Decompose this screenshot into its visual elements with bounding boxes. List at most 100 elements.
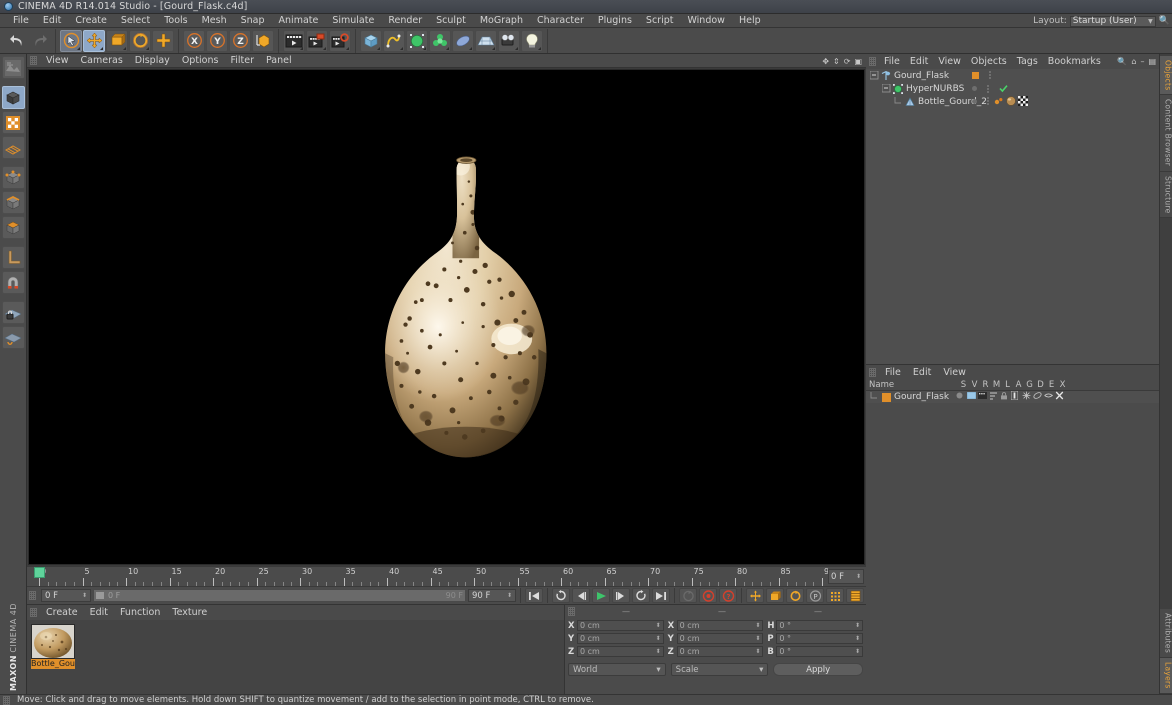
coordinate-system-dropdown[interactable]: World ▾	[568, 663, 666, 676]
menu-mograph[interactable]: MoGraph	[473, 14, 530, 28]
position-z-input[interactable]: 0 cm⬍	[577, 646, 664, 657]
material-menu-texture[interactable]: Texture	[166, 605, 213, 620]
add-icon[interactable]	[152, 30, 174, 52]
point-level-key-toggle[interactable]	[826, 588, 844, 603]
world-object-coord-icon[interactable]	[252, 30, 274, 52]
axis-l-icon[interactable]	[2, 246, 25, 269]
step-forward-button[interactable]	[612, 588, 630, 603]
layer-lock-toggle[interactable]	[1000, 392, 1011, 403]
lock-workplane-icon[interactable]	[2, 301, 25, 324]
panel-grip-icon[interactable]	[3, 696, 10, 705]
current-frame-field[interactable]: 0 F ⬍	[41, 589, 91, 602]
previous-key-button[interactable]	[552, 588, 570, 603]
make-editable-icon[interactable]	[2, 86, 25, 109]
object-flags[interactable]	[972, 97, 990, 105]
menu-create[interactable]: Create	[68, 14, 114, 28]
time-slider[interactable]: 0 F 90 F	[93, 589, 466, 602]
rotation-key-toggle[interactable]	[786, 588, 804, 603]
scale-icon[interactable]	[106, 30, 128, 52]
enable-axis-icon[interactable]	[2, 136, 25, 159]
panel-grip-icon[interactable]	[30, 56, 37, 65]
apply-button[interactable]: Apply	[773, 663, 863, 676]
object-menu-objects[interactable]: Objects	[966, 54, 1012, 69]
autokeying-cycle-button[interactable]	[679, 588, 697, 603]
size-y-field[interactable]: Y 0 cm⬍	[668, 633, 764, 644]
layer-row[interactable]: Gourd_Flask	[866, 391, 1159, 403]
layer-xref-toggle[interactable]	[1055, 391, 1066, 403]
size-x-field[interactable]: X 0 cm⬍	[668, 620, 764, 631]
object-row-gourd-flask[interactable]: Gourd_Flask	[866, 69, 1159, 82]
zoom-icon[interactable]: ⇕	[833, 57, 840, 66]
scale-key-toggle[interactable]	[766, 588, 784, 603]
layer-animation-toggle[interactable]	[1011, 391, 1022, 403]
check-icon[interactable]	[999, 84, 1008, 93]
object-row-bottle-gourd-2[interactable]: Bottle_Gourd_2	[866, 95, 1159, 108]
layer-generators-toggle[interactable]	[1022, 391, 1033, 403]
magnet-icon[interactable]	[2, 271, 25, 294]
menu-mesh[interactable]: Mesh	[195, 14, 234, 28]
environment-floor-icon[interactable]	[475, 30, 497, 52]
menu-script[interactable]: Script	[639, 14, 681, 28]
undo-icon[interactable]	[6, 30, 28, 52]
pan-icon[interactable]: ✥	[822, 57, 829, 66]
home-icon[interactable]: ⌂	[1131, 57, 1136, 66]
layer-manager-toggle[interactable]	[989, 392, 1000, 403]
position-x-field[interactable]: X 0 cm⬍	[568, 620, 664, 631]
timeline-frame-field[interactable]: 0 F ⬍	[828, 569, 864, 584]
panel-grip-icon[interactable]	[30, 608, 37, 617]
menu-window[interactable]: Window	[680, 14, 731, 28]
render-settings-icon[interactable]	[329, 30, 351, 52]
viewport-3d[interactable]	[28, 69, 865, 565]
texture-tag-icon[interactable]	[1018, 96, 1028, 106]
object-flags[interactable]	[972, 71, 992, 79]
layer-menu-view[interactable]: View	[937, 365, 972, 380]
redo-icon[interactable]	[29, 30, 51, 52]
stepper-icon[interactable]: ⬍	[507, 592, 512, 599]
object-color-swatch[interactable]	[972, 72, 979, 79]
material-menu-create[interactable]: Create	[40, 605, 84, 620]
texture-mode-icon[interactable]	[2, 111, 25, 134]
rotate-icon[interactable]	[129, 30, 151, 52]
material-menu-edit[interactable]: Edit	[84, 605, 114, 620]
size-z-input[interactable]: 0 cm⬍	[677, 646, 764, 657]
camera-icon[interactable]	[498, 30, 520, 52]
object-tree[interactable]: Gourd_Flask HyperNURBS	[866, 69, 1159, 364]
step-back-button[interactable]	[572, 588, 590, 603]
render-region-icon[interactable]	[306, 30, 328, 52]
z-axis-icon[interactable]: Z	[229, 30, 251, 52]
layout-dropdown[interactable]: Startup (User) ▼	[1070, 16, 1156, 27]
cube-primitive-icon[interactable]	[360, 30, 382, 52]
stepper-icon[interactable]: ⬍	[856, 573, 861, 580]
tab-structure[interactable]: Structure	[1160, 172, 1172, 219]
material-item[interactable]: Bottle_Gou	[31, 624, 75, 669]
layer-menu-edit[interactable]: Edit	[907, 365, 937, 380]
tab-content-browser[interactable]: Content Browser	[1160, 95, 1172, 171]
position-y-input[interactable]: 0 cm⬍	[577, 633, 664, 644]
panel-grip-icon[interactable]	[568, 607, 575, 616]
menu-sculpt[interactable]: Sculpt	[429, 14, 473, 28]
rotate-view-icon[interactable]: ⟳	[844, 57, 851, 66]
minus-icon[interactable]: –	[1140, 57, 1144, 66]
viewport-menu-cameras[interactable]: Cameras	[75, 54, 129, 68]
position-key-toggle[interactable]	[746, 588, 764, 603]
visibility-dots-icon[interactable]	[988, 71, 992, 79]
end-frame-field[interactable]: 90 F ⬍	[468, 589, 516, 602]
position-y-field[interactable]: Y 0 cm⬍	[568, 633, 664, 644]
rotation-b-input[interactable]: 0 °⬍	[776, 646, 863, 657]
object-flags[interactable]	[972, 84, 1008, 93]
layer-solo-toggle[interactable]	[956, 392, 967, 402]
menu-help[interactable]: Help	[732, 14, 768, 28]
object-menu-edit[interactable]: Edit	[905, 54, 933, 69]
workplane-icon[interactable]	[2, 326, 25, 349]
uv-tag-icon[interactable]	[994, 96, 1004, 106]
play-button[interactable]	[592, 588, 610, 603]
panel-grip-icon[interactable]	[869, 368, 876, 377]
next-key-button[interactable]	[632, 588, 650, 603]
size-y-input[interactable]: 0 cm⬍	[677, 633, 764, 644]
tab-objects[interactable]: Objects	[1160, 56, 1172, 95]
object-menu-file[interactable]: File	[879, 54, 905, 69]
tab-attributes[interactable]: Attributes	[1160, 609, 1172, 658]
rotation-p-field[interactable]: P 0 °⬍	[767, 633, 863, 644]
open-timeline-button[interactable]	[846, 588, 864, 603]
edge-mode-icon[interactable]	[2, 191, 25, 214]
